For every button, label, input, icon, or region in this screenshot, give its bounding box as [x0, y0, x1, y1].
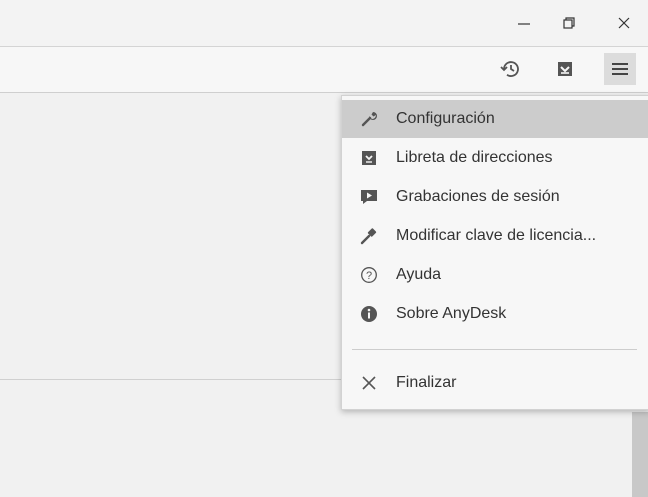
menu-item-label: Grabaciones de sesión — [396, 188, 560, 205]
menu-item-libreta[interactable]: Libreta de direcciones — [342, 139, 648, 177]
download-icon — [558, 62, 572, 76]
download-button[interactable] — [549, 53, 581, 85]
history-button[interactable] — [494, 53, 526, 85]
menu-item-ayuda[interactable]: ? Ayuda — [342, 256, 648, 294]
address-book-icon — [360, 149, 378, 167]
scrollbar[interactable] — [632, 412, 648, 497]
title-bar — [0, 0, 648, 47]
toolbar — [0, 47, 648, 93]
menu-item-label: Ayuda — [396, 266, 442, 283]
history-icon — [500, 61, 519, 77]
restore-icon — [563, 17, 575, 29]
menu-separator — [352, 349, 637, 350]
close-icon — [618, 17, 630, 29]
menu-item-finalizar[interactable]: Finalizar — [342, 364, 648, 402]
menu-item-grabaciones[interactable]: Grabaciones de sesión — [342, 178, 648, 216]
menu-item-label: Finalizar — [396, 374, 457, 391]
minimize-button[interactable] — [508, 8, 540, 38]
wrench-icon — [360, 110, 378, 128]
main-dropdown-menu: Configuración Libreta de direcciones Gra… — [341, 95, 648, 410]
recording-icon — [360, 188, 378, 206]
content-divider — [0, 379, 345, 380]
menu-item-label: Sobre AnyDesk — [396, 305, 507, 322]
menu-item-sobre[interactable]: Sobre AnyDesk — [342, 295, 648, 333]
info-icon — [360, 305, 378, 323]
restore-button[interactable] — [553, 8, 585, 38]
key-icon — [360, 227, 378, 245]
menu-item-label: Libreta de direcciones — [396, 149, 553, 166]
menu-button[interactable] — [604, 53, 636, 85]
menu-item-modificar-clave[interactable]: Modificar clave de licencia... — [342, 217, 648, 255]
close-icon — [360, 374, 378, 392]
menu-item-label: Modificar clave de licencia... — [396, 227, 597, 244]
menu-item-configuracion[interactable]: Configuración — [342, 100, 648, 138]
close-window-button[interactable] — [608, 8, 640, 38]
help-icon: ? — [360, 266, 378, 284]
menu-item-label: Configuración — [396, 110, 495, 127]
minimize-icon — [518, 23, 530, 25]
svg-text:?: ? — [366, 270, 372, 282]
hamburger-menu-icon — [612, 63, 628, 75]
